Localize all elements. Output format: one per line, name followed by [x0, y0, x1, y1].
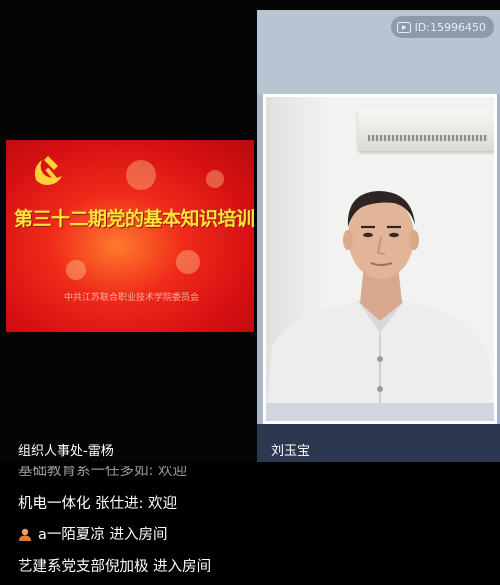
party-emblem-icon [34, 156, 62, 185]
participant-video-person-image [266, 191, 494, 421]
slide-subtitle: 中共江苏联合职业技术学院委员会 [64, 293, 200, 303]
presenter-name-label: 组织人事处-雷杨 [18, 444, 114, 459]
bokeh-decoration [66, 260, 86, 280]
bokeh-decoration [126, 160, 156, 190]
user-icon [19, 528, 31, 541]
participant-name-label: 刘玉宝 [271, 444, 311, 459]
chat-message: 艺建系党支部倪加极 进入房间 [18, 559, 212, 575]
bokeh-decoration [176, 250, 200, 274]
video-camera-icon [396, 21, 411, 33]
top-bar: ID:15996450 [257, 10, 500, 94]
presentation-slide: 第三十二期党的基本知识培训班开班典礼 中共江苏联合职业技术学院委员会 [6, 140, 254, 332]
presenter-panel[interactable]: 第三十二期党的基本知识培训班开班典礼 中共江苏联合职业技术学院委员会 组织人事处… [0, 0, 255, 462]
room-id-text: ID:15996450 [414, 20, 486, 34]
bokeh-decoration [206, 170, 224, 188]
slide-title: 第三十二期党的基本知识培训班开班典礼 [14, 208, 254, 230]
participant-video[interactable] [263, 94, 497, 424]
chat-message-text: a一陌夏凉 进入房间 [38, 527, 168, 543]
chat-message: 机电一体化 张仕进: 欢迎 [18, 496, 178, 512]
chat-message: a一陌夏凉 进入房间 [18, 523, 168, 544]
room-id-badge[interactable]: ID:15996450 [390, 16, 494, 38]
participant-panel[interactable]: ID:15996450 刘玉宝 [257, 10, 500, 462]
